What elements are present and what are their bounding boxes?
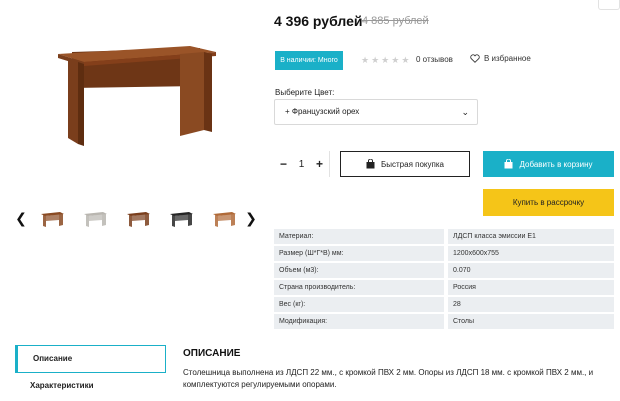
desk-light-walnut-thumb[interactable] [210,209,238,229]
spec-key: Страна производитель: [274,280,444,295]
star-icon: ★ [391,55,400,65]
color-select-value: + Французский орех [285,107,360,116]
desk-thumb-icon [127,212,150,227]
gallery-next-arrow-icon[interactable]: ❯ [244,208,258,228]
reviews-link[interactable]: 0 отзывов [416,55,453,64]
spec-key: Объем (м3): [274,263,444,278]
star-icon: ★ [361,55,370,65]
star-icon: ★ [371,55,380,65]
product-price: 4 396 рублей [274,13,363,29]
quantity-minus-button[interactable]: − [280,157,287,171]
spec-key: Модификация: [274,314,444,329]
desk-black-thumb[interactable] [167,209,195,229]
star-icon: ★ [401,55,410,65]
add-to-cart-button[interactable]: Добавить в корзину [483,151,614,177]
spec-row: Вес (кг): 28 [274,297,614,312]
add-to-cart-label: Добавить в корзину [519,159,593,169]
star-icon: ★ [381,55,390,65]
spec-value: Столы [448,314,614,329]
spec-row: Модификация: Столы [274,314,614,329]
color-select[interactable]: + Французский орех ⌄ [274,99,478,125]
desk-thumb-icon [170,212,193,227]
quick-buy-button[interactable]: Быстрая покупка [340,151,470,177]
spec-value: 1200х600х755 [448,246,614,261]
gallery-prev-arrow-icon[interactable]: ❮ [14,208,28,228]
desk-walnut-thumb[interactable] [38,209,66,229]
shopping-bag-icon [504,159,513,169]
tab-description[interactable]: Описание [15,345,166,373]
color-select-label: Выберите Цвет: [275,88,335,97]
spec-key: Материал: [274,229,444,244]
specs-table: Материал: ЛДСП класса эмиссии Е1 Размер (Ш… [274,227,614,331]
rating-stars[interactable]: ★ ★ ★ ★ ★ [361,55,409,65]
chevron-down-icon: ⌄ [461,107,469,117]
desk-light-grey-thumb[interactable] [81,209,109,229]
quick-buy-label: Быстрая покупка [381,159,444,169]
quantity-plus-button[interactable]: + [316,157,323,171]
spec-value: Россия [448,280,614,295]
desk-walnut-dark-thumb[interactable] [124,209,152,229]
spec-row: Объем (м3): 0.070 [274,263,614,278]
favorites-label: В избранное [484,54,531,63]
spec-value: ЛДСП класса эмиссии Е1 [448,229,614,244]
spec-row: Страна производитель: Россия [274,280,614,295]
product-old-price: 4 885 рублей [362,15,429,27]
desk-thumb-icon [41,212,64,227]
spec-value: 0.070 [448,263,614,278]
buy-installment-button[interactable]: Купить в рассрочку [483,189,614,216]
spec-value: 28 [448,297,614,312]
tab-characteristics[interactable]: Характеристики [15,374,166,398]
spec-row: Материал: ЛДСП класса эмиссии Е1 [274,229,614,244]
spec-key: Вес (кг): [274,297,444,312]
desk-thumb-icon [84,212,107,227]
top-corner-box [598,0,620,10]
add-to-favorites[interactable]: В избранное [470,54,531,63]
stock-badge: В наличии: Много [275,51,343,70]
desk-thumb-icon [213,212,236,227]
description-text: Столешница выполнена из ЛДСП 22 мм., с к… [183,368,594,389]
shopping-bag-icon [366,159,375,169]
description-title: ОПИСАНИЕ [183,348,241,359]
desk-main-image [58,46,216,146]
quantity-stepper: − 1 + [274,151,330,177]
spec-row: Размер (Ш*Г*В) мм: 1200х600х755 [274,246,614,261]
spec-key: Размер (Ш*Г*В) мм: [274,246,444,261]
heart-icon [470,54,480,63]
quantity-value[interactable]: 1 [299,159,305,170]
